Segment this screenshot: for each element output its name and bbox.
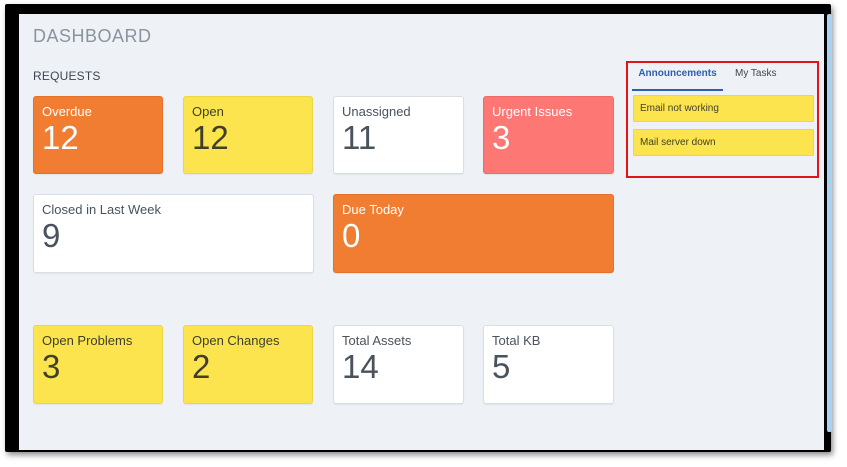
card-label: Total Assets: [342, 333, 412, 348]
card-value: 0: [342, 217, 361, 254]
card-label: Open Changes: [192, 333, 280, 348]
card-open[interactable]: Open 12: [183, 96, 313, 174]
card-closed-last-week[interactable]: Closed in Last Week 9: [33, 194, 314, 273]
card-label: Total KB: [492, 333, 541, 348]
card-total-assets[interactable]: Total Assets 14: [333, 325, 464, 404]
card-total-kb[interactable]: Total KB 5: [483, 325, 614, 404]
card-urgent-issues[interactable]: Urgent Issues 3: [483, 96, 614, 174]
card-open-problems[interactable]: Open Problems 3: [33, 325, 163, 404]
card-label: Unassigned: [342, 104, 411, 119]
card-open-changes[interactable]: Open Changes 2: [183, 325, 313, 404]
page-title: DASHBOARD: [33, 26, 152, 46]
card-value: 12: [42, 119, 79, 156]
tab-my-tasks[interactable]: My Tasks: [735, 68, 777, 89]
card-value: 14: [342, 348, 379, 385]
card-unassigned[interactable]: Unassigned 11: [333, 96, 464, 174]
card-label: Overdue: [42, 104, 92, 119]
section-title-requests: REQUESTS: [33, 69, 101, 83]
window-frame: DASHBOARD REQUESTS Overdue 12 Open 12 Un…: [5, 4, 832, 452]
card-label: Open: [192, 104, 224, 119]
card-due-today[interactable]: Due Today 0: [333, 194, 614, 273]
dashboard-screen: DASHBOARD REQUESTS Overdue 12 Open 12 Un…: [19, 14, 824, 450]
card-label: Urgent Issues: [492, 104, 573, 119]
tab-announcements[interactable]: Announcements: [632, 68, 723, 91]
card-value: 12: [192, 119, 229, 156]
card-value: 3: [42, 348, 61, 385]
card-value: 5: [492, 348, 511, 385]
card-value: 11: [342, 119, 377, 156]
card-value: 3: [492, 119, 511, 156]
vertical-scrollbar[interactable]: [827, 14, 832, 432]
card-label: Due Today: [342, 202, 404, 217]
announcement-item[interactable]: Mail server down: [633, 129, 814, 156]
card-label: Closed in Last Week: [42, 202, 161, 217]
card-label: Open Problems: [42, 333, 133, 348]
card-value: 9: [42, 217, 61, 254]
card-overdue[interactable]: Overdue 12: [33, 96, 163, 174]
card-value: 2: [192, 348, 211, 385]
panel-tabs: Announcements My Tasks: [632, 68, 816, 91]
announcement-item[interactable]: Email not working: [633, 95, 814, 122]
